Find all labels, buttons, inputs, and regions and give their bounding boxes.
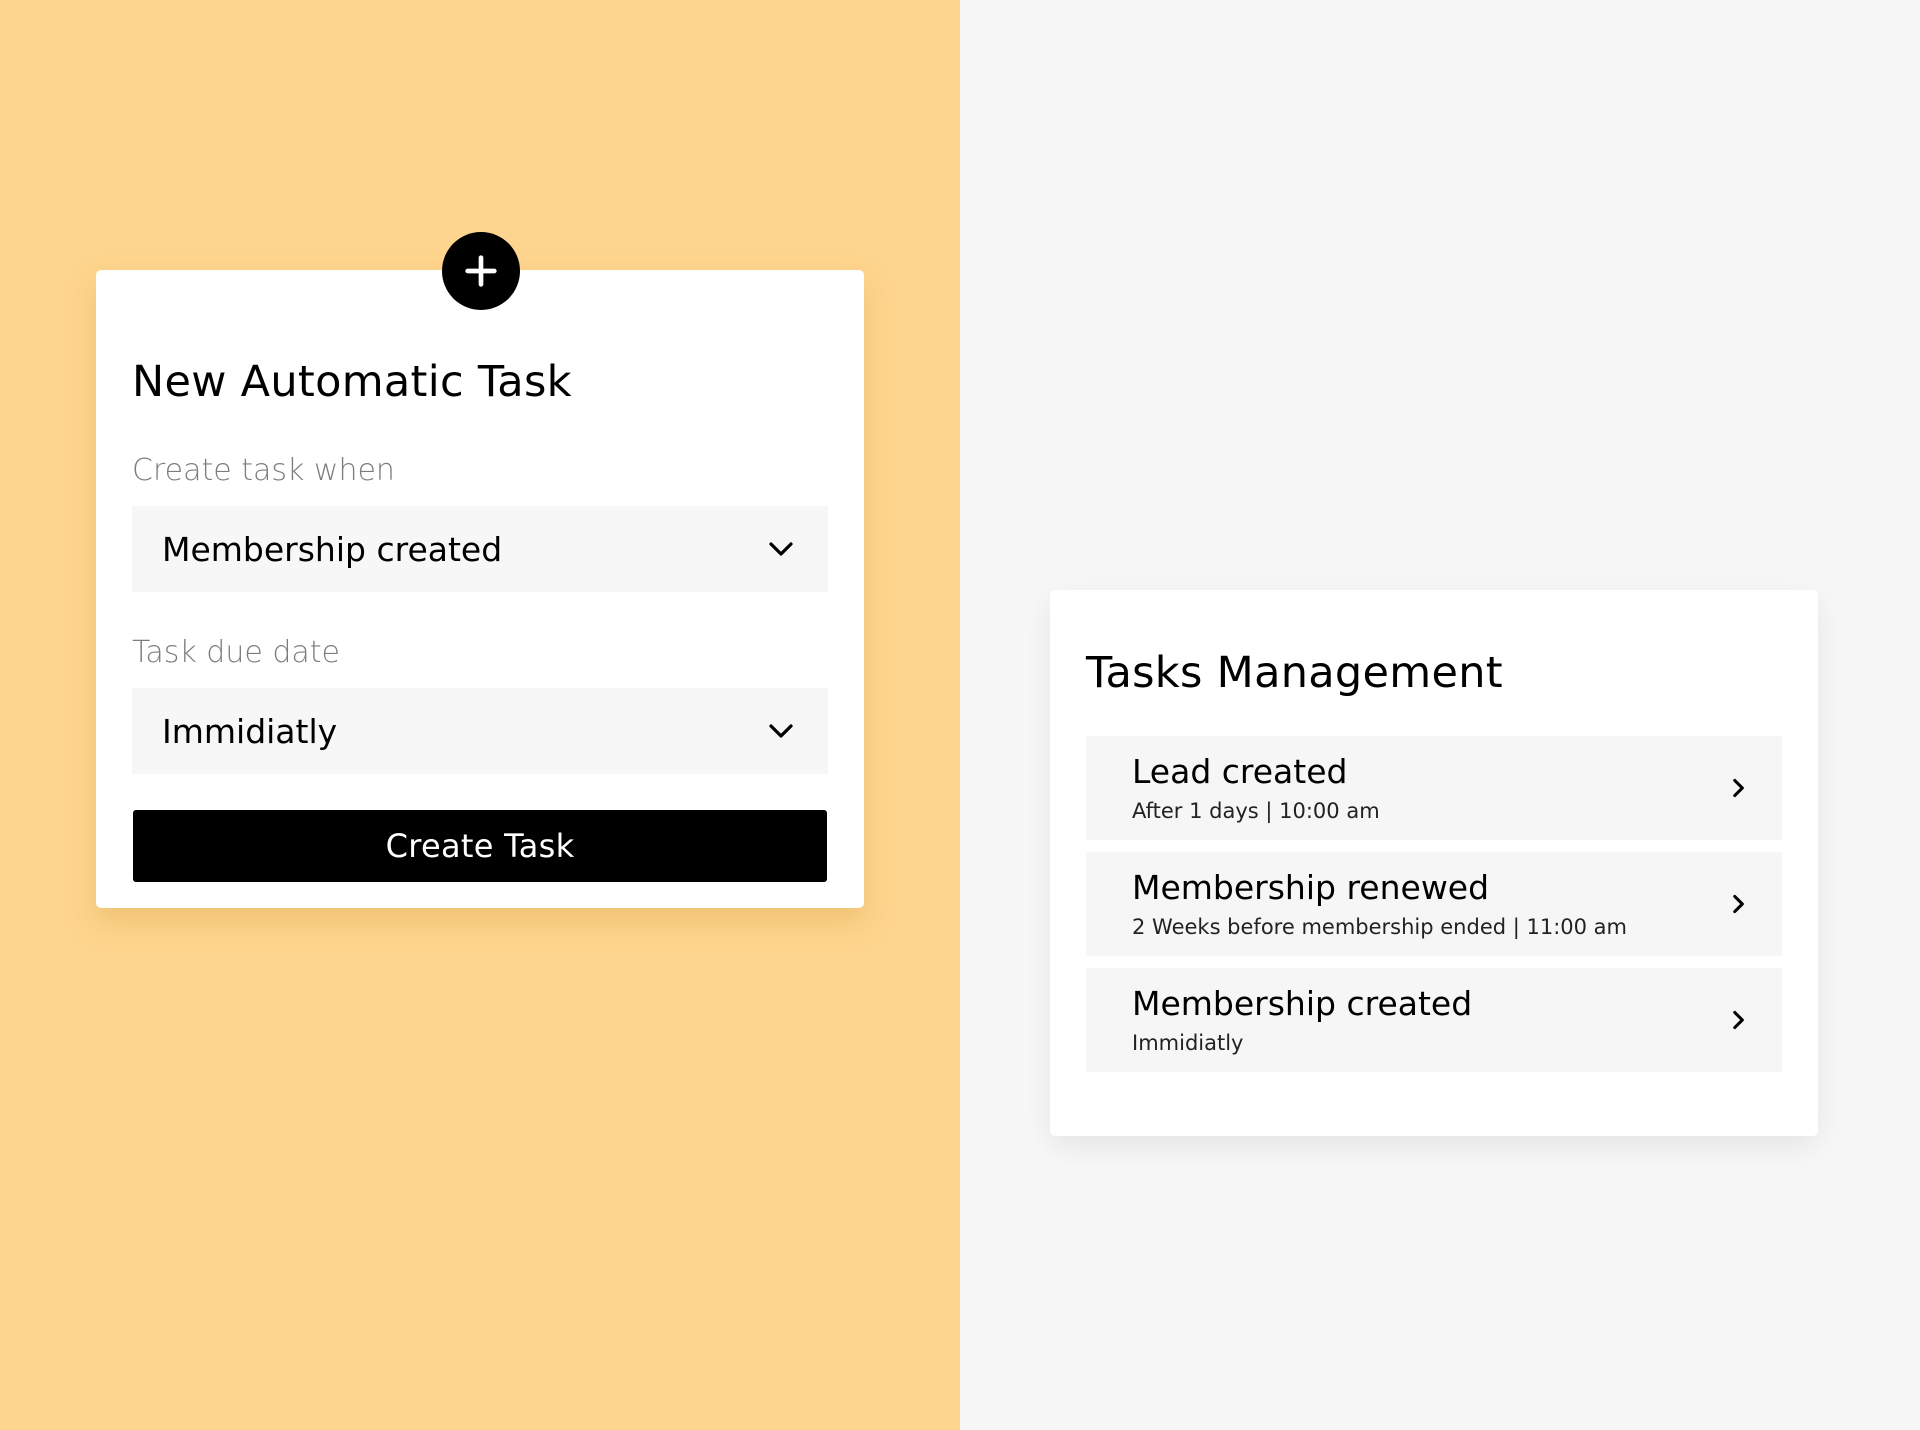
chevron-right-icon: [1722, 888, 1754, 920]
chevron-down-icon: [764, 714, 798, 748]
add-task-button[interactable]: [442, 232, 520, 310]
task-item-subtitle: After 1 days | 10:00 am: [1132, 799, 1380, 823]
chevron-down-icon: [764, 532, 798, 566]
due-date-select-value: Immidiatly: [162, 711, 338, 751]
list-item[interactable]: Lead created After 1 days | 10:00 am: [1086, 736, 1782, 840]
task-item-title: Membership renewed: [1132, 868, 1490, 907]
due-date-select[interactable]: Immidiatly: [132, 688, 828, 774]
new-task-title: New Automatic Task: [132, 357, 572, 407]
task-item-title: Lead created: [1132, 752, 1348, 791]
trigger-label: Create task when: [132, 453, 395, 488]
chevron-right-icon: [1722, 1004, 1754, 1036]
due-date-label: Task due date: [132, 635, 340, 670]
task-list: Lead created After 1 days | 10:00 am Mem…: [1086, 736, 1782, 1084]
create-task-button[interactable]: Create Task: [133, 810, 827, 882]
trigger-select-value: Membership created: [162, 529, 503, 569]
page: New Automatic Task Create task when Memb…: [0, 0, 1920, 1430]
new-automatic-task-card: New Automatic Task Create task when Memb…: [96, 270, 864, 908]
trigger-select[interactable]: Membership created: [132, 506, 828, 592]
tasks-management-title: Tasks Management: [1086, 648, 1503, 698]
list-item[interactable]: Membership created Immidiatly: [1086, 968, 1782, 1072]
tasks-management-card: Tasks Management Lead created After 1 da…: [1050, 590, 1818, 1136]
list-item[interactable]: Membership renewed 2 Weeks before member…: [1086, 852, 1782, 956]
chevron-right-icon: [1722, 772, 1754, 804]
task-item-subtitle: Immidiatly: [1132, 1031, 1244, 1055]
task-item-subtitle: 2 Weeks before membership ended | 11:00 …: [1132, 915, 1628, 939]
task-item-title: Membership created: [1132, 984, 1473, 1023]
plus-icon: [461, 251, 501, 291]
